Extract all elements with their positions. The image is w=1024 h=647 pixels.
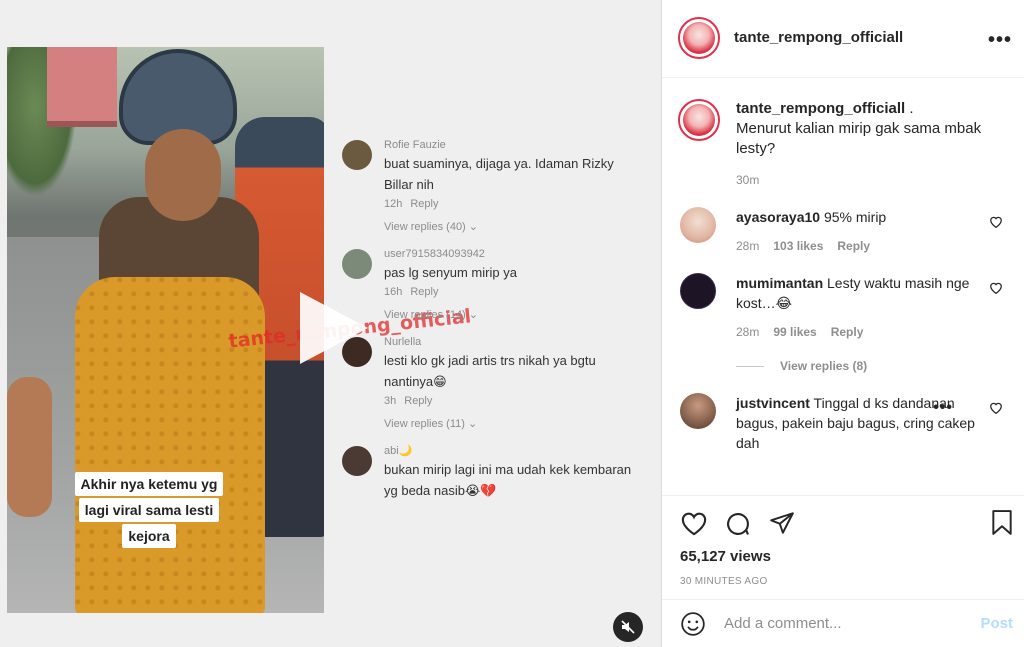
comment-username[interactable]: mumimantan [736, 275, 823, 291]
comment-username[interactable]: justvincent [736, 395, 810, 411]
comment-time: 28m [736, 239, 760, 253]
comment-text: buat suaminya, dijaga ya. Idaman Rizky B… [384, 156, 614, 192]
video-comment-list: Rofie Fauzie buat suaminya, dijaga ya. I… [340, 135, 640, 511]
comment-meta: 16h Reply [384, 283, 640, 301]
comment-username: Rofie Fauzie [384, 139, 446, 151]
comment-username: abi🌙 [384, 445, 413, 457]
video-comment: user7915834093942 pas lg senyum mirip ya… [340, 246, 640, 324]
video-house [47, 47, 117, 127]
comment-item: mumimantan Lesty waktu masih nge kost…😂 … [662, 273, 1024, 373]
comment-time: 16h [384, 286, 403, 298]
heart-icon[interactable] [989, 401, 1003, 414]
heart-icon[interactable] [989, 215, 1003, 228]
view-replies: View replies (11) ⌄ [384, 415, 640, 433]
video-caption-line: lagi viral sama lesti [78, 498, 220, 522]
view-replies-button[interactable]: View replies (8) [736, 359, 979, 373]
comment-meta: 3h Reply [384, 392, 640, 410]
avatar[interactable] [680, 207, 716, 243]
logo-icon [683, 22, 715, 54]
post-side-panel: tante_rempong_officiall ••• tante_rempon… [661, 0, 1024, 647]
view-replies-label: View replies (14) [384, 309, 466, 321]
comment-time: 28m [736, 325, 760, 339]
video-caption-line: kejora [122, 524, 176, 548]
comment-body: ayasoraya10 95% mirip [736, 207, 979, 227]
comment-text: bukan mirip lagi ini ma udah kek kembara… [384, 462, 632, 498]
comment-time: 12h [384, 198, 403, 210]
comment-username[interactable]: ayasoraya10 [736, 209, 820, 225]
logo-icon [683, 104, 715, 136]
comment-username: Nurlella [384, 336, 422, 348]
comment-meta: 12h Reply [384, 195, 640, 213]
post-caption: tante_rempong_officiall . Menurut kalian… [662, 79, 1024, 187]
post-timestamp: 30 MINUTES AGO [680, 576, 768, 587]
comment-item: justvincent Tinggal d ks dandanan bagus,… [662, 393, 1024, 453]
more-options-button[interactable]: ••• [988, 29, 1012, 52]
reply-link: Reply [410, 198, 439, 210]
view-replies: View replies (40) ⌄ [384, 218, 640, 236]
post-actions: 65,127 views 30 MINUTES AGO [662, 495, 1024, 599]
comments-scroll-area[interactable]: tante_rempong_officiall . Menurut kalian… [662, 79, 1024, 495]
video-caption: Akhir nya ketemu yg lagi viral sama lest… [69, 471, 229, 549]
chevron-down-icon: ⌄ [464, 418, 478, 430]
comment-text: pas lg senyum mirip ya [384, 265, 517, 280]
video-hand [7, 377, 52, 517]
avatar[interactable] [678, 17, 720, 59]
video-dress [75, 277, 265, 613]
avatar [342, 140, 372, 170]
video-caption-line: Akhir nya ketemu yg [74, 472, 224, 496]
avatar[interactable] [678, 99, 720, 141]
post-button[interactable]: Post [980, 615, 1013, 632]
reply-button[interactable]: Reply [837, 239, 870, 253]
post-header: tante_rempong_officiall ••• [662, 0, 1024, 78]
caption-username[interactable]: tante_rempong_officiall [736, 100, 905, 117]
comment-likes[interactable]: 103 likes [773, 239, 823, 253]
video-comment: abi🌙 bukan mirip lagi ini ma udah kek ke… [340, 443, 640, 501]
view-count[interactable]: 65,127 views [680, 548, 771, 565]
comment-item: ayasoraya10 95% mirip 28m 103 likes Reply [662, 207, 1024, 253]
reply-link: Reply [404, 395, 433, 407]
comment-meta: 28m 99 likes Reply [736, 325, 979, 339]
video-comment: Nurlella lesti klo gk jadi artis trs nik… [340, 334, 640, 433]
emoji-icon[interactable] [680, 611, 706, 637]
avatar [342, 249, 372, 279]
post-media[interactable]: Akhir nya ketemu yg lagi viral sama lest… [0, 0, 661, 647]
reply-link: Reply [410, 286, 439, 298]
play-icon[interactable] [300, 292, 368, 364]
comment-more-button[interactable]: ••• [933, 399, 953, 417]
view-replies-label: View replies (40) [384, 221, 466, 233]
video-face [145, 129, 221, 221]
comment-text: lesti klo gk jadi artis trs nikah ya bgt… [384, 353, 596, 389]
comment-text: 95% mirip [820, 209, 887, 225]
reply-button[interactable]: Reply [831, 325, 864, 339]
speaker-muted-icon [621, 620, 635, 634]
caption-time: 30m [736, 173, 760, 187]
comment-body: mumimantan Lesty waktu masih nge kost…😂 [736, 273, 979, 313]
avatar [342, 446, 372, 476]
header-username[interactable]: tante_rempong_officiall [734, 29, 903, 46]
video-comment: Rofie Fauzie buat suaminya, dijaga ya. I… [340, 137, 640, 236]
comment-bubble-icon[interactable] [724, 510, 752, 538]
caption-suffix: . [905, 100, 914, 117]
avatar[interactable] [680, 273, 716, 309]
share-paper-plane-icon[interactable] [768, 510, 796, 536]
bookmark-icon[interactable] [990, 510, 1014, 536]
comment-composer: Post [662, 599, 1024, 647]
mute-button[interactable] [613, 612, 643, 642]
avatar[interactable] [680, 393, 716, 429]
comment-username: user7915834093942 [384, 248, 485, 260]
caption-line-1: tante_rempong_officiall . [736, 99, 1005, 119]
heart-icon[interactable] [989, 281, 1003, 294]
chevron-down-icon: ⌄ [465, 221, 479, 233]
like-heart-icon[interactable] [680, 510, 708, 536]
caption-text: Menurut kalian mirip gak sama mbak lesty… [736, 120, 982, 157]
view-replies-label: View replies (11) [384, 418, 465, 430]
comment-time: 3h [384, 395, 397, 407]
chevron-down-icon: ⌄ [465, 309, 479, 321]
view-replies: View replies (14) ⌄ [384, 306, 640, 324]
comment-likes[interactable]: 99 likes [773, 325, 816, 339]
comment-meta: 28m 103 likes Reply [736, 239, 979, 253]
comment-input[interactable] [724, 615, 954, 632]
